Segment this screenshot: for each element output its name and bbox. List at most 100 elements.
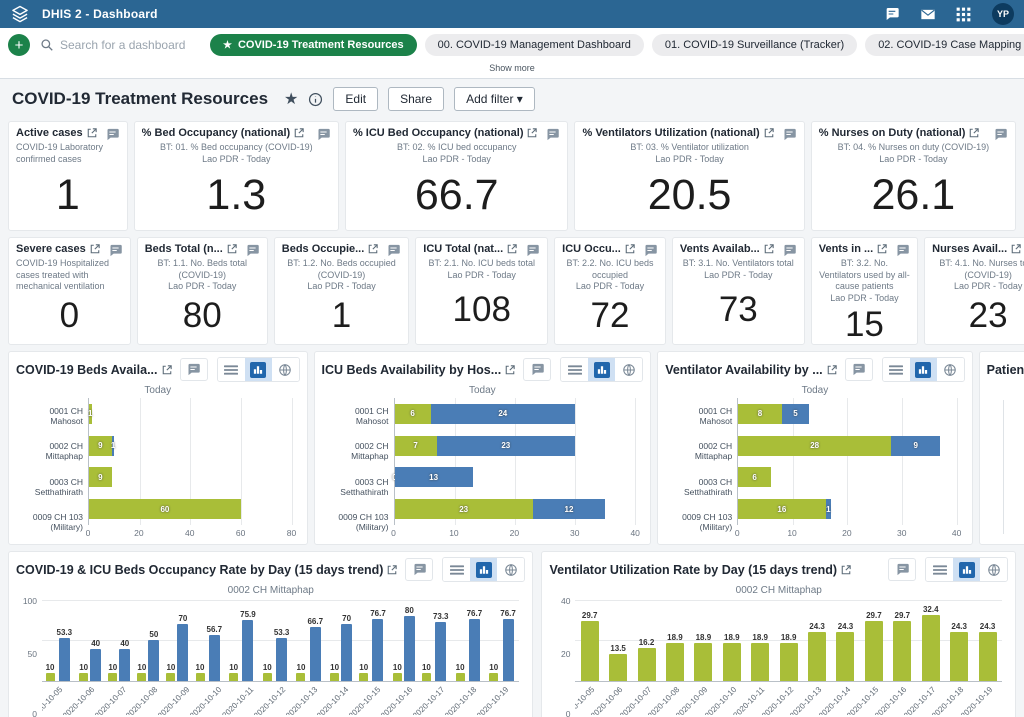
bar[interactable] [489, 673, 498, 681]
bar-segment[interactable]: 6 [738, 467, 771, 487]
bar[interactable] [503, 619, 514, 681]
bar[interactable] [137, 673, 146, 681]
bar[interactable] [196, 673, 205, 681]
comment-button[interactable] [888, 558, 916, 581]
open-in-app-icon[interactable] [507, 244, 517, 254]
open-in-app-icon[interactable] [387, 565, 397, 575]
comment-icon[interactable] [993, 127, 1008, 142]
share-button[interactable]: Share [388, 87, 444, 111]
bar[interactable] [177, 624, 188, 681]
open-in-app-icon[interactable] [1011, 244, 1021, 254]
bar[interactable] [209, 635, 220, 681]
dashboard-search[interactable] [40, 38, 200, 52]
bar-segment[interactable]: 13 [395, 467, 473, 487]
bar[interactable] [422, 673, 431, 681]
bar-segment[interactable]: 1 [826, 499, 831, 519]
comment-icon[interactable] [545, 127, 560, 142]
view-as-map-icon[interactable] [615, 358, 642, 381]
open-in-app-icon[interactable] [527, 128, 537, 138]
bar[interactable] [751, 643, 769, 681]
bar[interactable] [609, 654, 627, 681]
open-in-app-icon[interactable] [625, 244, 635, 254]
comment-icon[interactable] [525, 243, 540, 258]
bar[interactable] [780, 643, 798, 681]
bar[interactable] [330, 673, 339, 681]
bar[interactable] [229, 673, 238, 681]
bar[interactable] [359, 673, 368, 681]
bar[interactable] [404, 616, 415, 681]
bar[interactable] [46, 673, 55, 681]
view-as-table-icon[interactable] [926, 558, 953, 581]
bar-segment[interactable]: 5 [782, 404, 809, 424]
bar-segment[interactable]: 12 [533, 499, 605, 519]
dashboard-chip-surveillance[interactable]: 01. COVID-19 Surveillance (Tracker) [652, 34, 857, 56]
comment-icon[interactable] [108, 243, 123, 258]
bar[interactable] [393, 673, 402, 681]
view-as-map-icon[interactable] [980, 558, 1007, 581]
bar[interactable] [372, 619, 383, 681]
user-avatar[interactable]: YP [992, 3, 1014, 25]
new-dashboard-button[interactable]: + [8, 34, 30, 56]
bar-segment[interactable]: 24 [431, 404, 575, 424]
comment-icon[interactable] [386, 243, 401, 258]
bar[interactable] [694, 643, 712, 681]
bar[interactable] [469, 619, 480, 681]
bar[interactable] [893, 621, 911, 681]
bar[interactable] [808, 632, 826, 681]
bar[interactable] [581, 621, 599, 681]
open-in-app-icon[interactable] [505, 365, 515, 375]
bar[interactable] [950, 632, 968, 681]
comment-icon[interactable] [895, 243, 910, 258]
search-input[interactable] [60, 38, 190, 52]
bar-segment[interactable]: 23 [395, 499, 533, 519]
comment-icon[interactable] [782, 243, 797, 258]
dhis2-logo-icon[interactable] [10, 4, 30, 24]
bar-segment[interactable]: 28 [738, 436, 891, 456]
mail-icon[interactable] [920, 6, 936, 22]
open-in-app-icon[interactable] [764, 128, 774, 138]
bar-segment[interactable]: 9 [891, 436, 940, 456]
view-as-chart-icon[interactable] [588, 358, 615, 381]
bar[interactable] [296, 673, 305, 681]
bar[interactable] [242, 620, 253, 681]
edit-button[interactable]: Edit [333, 87, 378, 111]
open-in-app-icon[interactable] [841, 565, 851, 575]
open-in-app-icon[interactable] [827, 365, 837, 375]
view-as-chart-icon[interactable] [910, 358, 937, 381]
open-in-app-icon[interactable] [764, 244, 774, 254]
dashboard-chip-treatment-resources[interactable]: ★ COVID-19 Treatment Resources [210, 34, 417, 56]
messages-icon[interactable] [884, 6, 900, 22]
bar[interactable] [119, 649, 130, 681]
bar[interactable] [922, 615, 940, 681]
open-in-app-icon[interactable] [877, 244, 887, 254]
info-icon[interactable] [308, 92, 323, 107]
view-as-table-icon[interactable] [561, 358, 588, 381]
bar[interactable] [148, 640, 159, 680]
bar[interactable] [341, 624, 352, 681]
comment-button[interactable] [180, 358, 208, 381]
open-in-app-icon[interactable] [969, 128, 979, 138]
open-in-app-icon[interactable] [90, 244, 100, 254]
bar[interactable] [263, 673, 272, 681]
view-as-map-icon[interactable] [497, 558, 524, 581]
comment-button[interactable] [523, 358, 551, 381]
add-filter-button[interactable]: Add filter ▾ [454, 87, 535, 111]
bar[interactable] [979, 632, 997, 681]
open-in-app-icon[interactable] [294, 128, 304, 138]
bar-segment[interactable]: 6 [395, 404, 431, 424]
bar-segment[interactable]: 1 [112, 436, 115, 456]
bar[interactable] [166, 673, 175, 681]
open-in-app-icon[interactable] [227, 244, 237, 254]
view-as-chart-icon[interactable] [470, 558, 497, 581]
comment-icon[interactable] [643, 243, 658, 258]
bar[interactable] [108, 673, 117, 681]
open-in-app-icon[interactable] [162, 365, 172, 375]
comment-icon[interactable] [245, 243, 260, 258]
bar[interactable] [723, 643, 741, 681]
bar-segment[interactable]: 60 [89, 499, 241, 519]
view-as-table-icon[interactable] [883, 358, 910, 381]
view-as-chart-icon[interactable] [245, 358, 272, 381]
bar[interactable] [865, 621, 883, 681]
bar-segment[interactable]: 9 [89, 436, 112, 456]
bar-segment[interactable]: 7 [395, 436, 437, 456]
